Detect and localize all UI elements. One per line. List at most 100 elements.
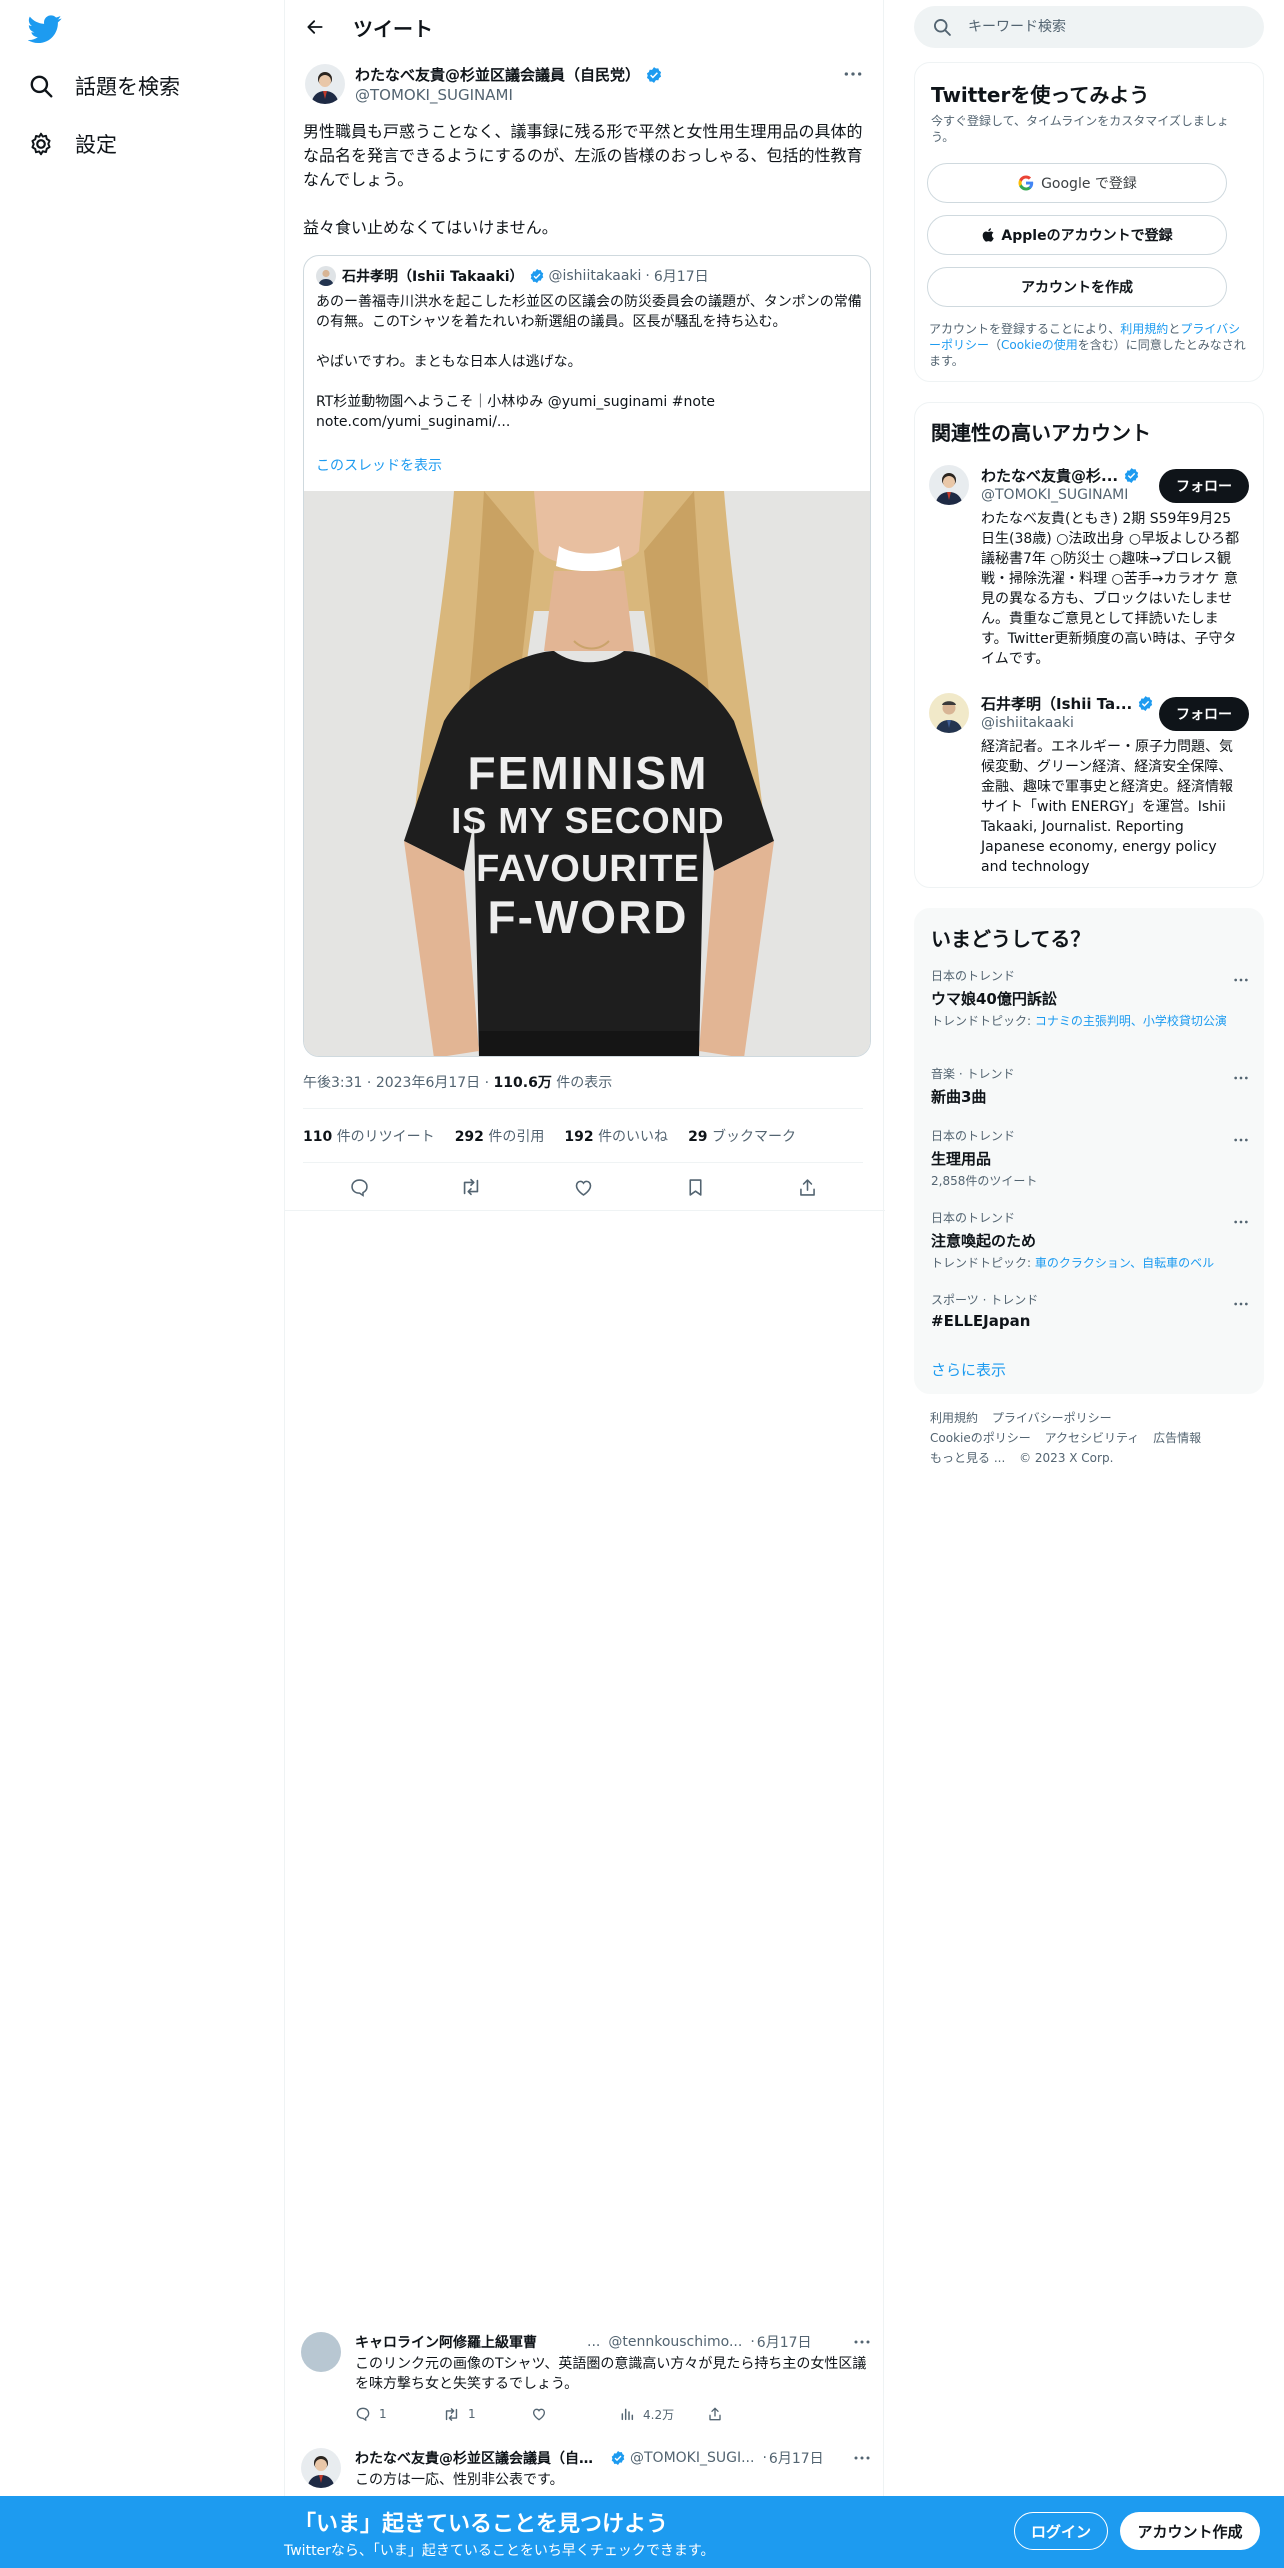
- tweet-date[interactable]: 2023年6月17日: [376, 1075, 480, 1091]
- quoted-date: 6月17日: [653, 269, 709, 285]
- related-accounts-card: 関連性の高いアカウント わたなべ友貴@杉... @TOMOKI_SUGINAMI…: [914, 402, 1264, 888]
- nav-explore[interactable]: 話題を検索: [28, 66, 180, 106]
- reply-date[interactable]: 6月17日: [757, 2332, 812, 2352]
- apple-signup-button[interactable]: Appleのアカウントで登録: [927, 215, 1227, 255]
- gear-icon: [28, 131, 54, 157]
- signup-button[interactable]: アカウント作成: [1120, 2512, 1260, 2550]
- footer-accessibility-link[interactable]: アクセシビリティ: [1045, 1431, 1140, 1445]
- retweets-label: 件のリツイート: [336, 1129, 435, 1145]
- footer-more-link[interactable]: もっと見る ...: [930, 1451, 1005, 1465]
- trend-item[interactable]: 日本のトレンド 生理用品 2,858件のツイート: [931, 1127, 1249, 1189]
- footer-cookie-link[interactable]: Cookieのポリシー: [930, 1431, 1031, 1445]
- more-options-icon[interactable]: [841, 66, 865, 82]
- meta-separator: ·: [366, 1075, 376, 1091]
- tweet-stats: 110 件のリツイート 292 件の引用 192 件のいいね 29 ブックマーク: [303, 1126, 796, 1146]
- more-options-icon[interactable]: [1233, 1211, 1249, 1230]
- reply-tweet[interactable]: キャロライン阿修羅上級軍曹 ... @tennkouschimo... · 6月…: [285, 2332, 885, 2442]
- left-navigation: 話題を検索 設定: [0, 0, 284, 2568]
- like-icon[interactable]: [565, 1169, 601, 1205]
- reply-reply-button[interactable]: 1: [355, 2406, 443, 2422]
- trend-detail-prefix: トレンドトピック:: [931, 1014, 1035, 1028]
- quoted-tweet-text: あのー善福寺川洪水を起こした杉並区の区議会の防災委員会の議題が、タンポンの常備の…: [316, 294, 862, 430]
- author-name[interactable]: わたなべ友貴@杉並区議会議員（自民党）: [355, 64, 663, 85]
- trend-detail-links[interactable]: 車のクラクション、自転車のベル: [1035, 1256, 1214, 1270]
- trend-item[interactable]: 音楽 · トレンド 新曲3曲: [931, 1065, 1249, 1107]
- more-options-icon[interactable]: [1233, 1067, 1249, 1086]
- signup-terms: アカウントを登録することにより、利用規約とプライバシーポリシー（Cookieの使…: [929, 321, 1249, 369]
- follow-button[interactable]: フォロー: [1159, 469, 1249, 503]
- terms-link[interactable]: 利用規約: [1120, 322, 1168, 336]
- author-handle[interactable]: @TOMOKI_SUGINAMI: [355, 86, 513, 104]
- trend-item[interactable]: 日本のトレンド 注意喚起のため トレンドトピック: 車のクラクション、自転車のベ…: [931, 1209, 1249, 1271]
- bookmark-icon[interactable]: [677, 1169, 713, 1205]
- search-box[interactable]: [914, 6, 1264, 48]
- quoted-author-name: 石井孝明（Ishii Takaaki）: [342, 269, 524, 285]
- reply-views-button[interactable]: 4.2万: [619, 2406, 707, 2423]
- footer-terms-link[interactable]: 利用規約: [930, 1411, 978, 1425]
- trend-name: #ELLEJapan: [931, 1312, 1031, 1330]
- quoted-tweet-image[interactable]: FEMINISM IS MY SECOND FAVOURITE F-WORD: [304, 491, 870, 1056]
- account-bio: 経済記者。エネルギー・原子力問題、気候変動、グリーン経済、経済安全保障、金融、趣…: [981, 739, 1233, 875]
- tweet-time[interactable]: 午後3:31: [303, 1075, 362, 1091]
- show-more-link[interactable]: さらに表示: [931, 1359, 1006, 1380]
- tweet-text: 男性職員も戸惑うことなく、議事録に残る形で平然と女性用生理用品の具体的な品名を発…: [303, 122, 863, 237]
- reply-icon[interactable]: [341, 1169, 377, 1205]
- reply-icon: [356, 2407, 370, 2422]
- reply-avatar[interactable]: [301, 2448, 341, 2488]
- reply-separator: ·: [750, 2334, 755, 2350]
- cookie-link[interactable]: Cookieの使用: [1001, 338, 1078, 352]
- more-options-icon[interactable]: [1233, 1129, 1249, 1148]
- account-bio: わたなべ友貴(ともき) 2期 S59年9月25日生(38歳) ○法政出身 ○早坂…: [981, 511, 1240, 667]
- author-avatar[interactable]: [305, 64, 345, 104]
- reply-like-button[interactable]: [531, 2406, 619, 2422]
- account-avatar[interactable]: [929, 693, 969, 733]
- reply-tweet[interactable]: わたなべ友貴@杉並区議会議員（自民党） @TOMOKI_SUGI... · 6月…: [285, 2448, 885, 2496]
- reply-share-button[interactable]: [707, 2406, 795, 2422]
- follow-button[interactable]: フォロー: [1159, 697, 1249, 731]
- back-arrow-icon[interactable]: [295, 7, 335, 47]
- reply-avatar[interactable]: [301, 2332, 341, 2372]
- nav-settings[interactable]: 設定: [28, 124, 117, 164]
- login-button[interactable]: ログイン: [1014, 2512, 1108, 2550]
- meta-separator: ·: [484, 1075, 494, 1091]
- search-input[interactable]: [968, 19, 1228, 35]
- likes-stat[interactable]: 192 件のいいね: [564, 1126, 668, 1146]
- more-options-icon[interactable]: [1233, 1293, 1249, 1312]
- bookmarks-stat[interactable]: 29 ブックマーク: [688, 1126, 796, 1146]
- footer-ads-link[interactable]: 広告情報: [1153, 1431, 1201, 1445]
- account-avatar[interactable]: [929, 465, 969, 505]
- more-options-icon[interactable]: [1233, 969, 1249, 988]
- retweets-stat[interactable]: 110 件のリツイート: [303, 1126, 435, 1146]
- signup-title: Twitterを使ってみよう: [931, 83, 1150, 107]
- show-thread-link[interactable]: このスレッドを表示: [316, 455, 442, 475]
- trend-detail: トレンドトピック: 車のクラクション、自転車のベル: [931, 1255, 1249, 1271]
- twitter-logo-icon[interactable]: [27, 12, 62, 46]
- reply-author-name[interactable]: わたなべ友貴@杉並区議会議員（自民党）: [355, 2448, 605, 2468]
- google-signup-label: Google で登録: [1041, 176, 1137, 192]
- reply-author-name[interactable]: キャロライン阿修羅上級軍曹: [355, 2332, 537, 2352]
- terms-text: と: [1168, 322, 1181, 336]
- share-icon[interactable]: [789, 1169, 825, 1205]
- create-account-button[interactable]: アカウントを作成: [927, 267, 1227, 307]
- retweet-icon[interactable]: [453, 1169, 489, 1205]
- google-signup-button[interactable]: Google で登録: [927, 163, 1227, 203]
- reply-date[interactable]: 6月17日: [769, 2448, 824, 2468]
- views-count: 4.2万: [643, 2407, 675, 2422]
- trends-card: いまどうしてる？ 日本のトレンド ウマ娘40億円訴訟 トレンドトピック: コナミ…: [914, 908, 1264, 1394]
- trend-detail-links[interactable]: コナミの主張判明、小学校貸切公演: [1035, 1014, 1227, 1028]
- verified-badge-icon: [611, 2451, 625, 2465]
- reply-author-handle[interactable]: @TOMOKI_SUGI...: [630, 2450, 754, 2466]
- more-options-icon[interactable]: [853, 2334, 871, 2350]
- more-options-icon[interactable]: [853, 2450, 871, 2466]
- page-header: ツイート: [285, 0, 885, 54]
- quotes-stat[interactable]: 292 件の引用: [455, 1126, 545, 1146]
- reply-author-handle[interactable]: @tennkouschimo...: [608, 2334, 742, 2350]
- shirt-line-1: FEMINISM: [467, 747, 709, 799]
- trend-item[interactable]: スポーツ · トレンド #ELLEJapan: [931, 1291, 1249, 1330]
- google-icon: [1018, 175, 1034, 191]
- trend-item[interactable]: 日本のトレンド ウマ娘40億円訴訟 トレンドトピック: コナミの主張判明、小学校…: [931, 967, 1249, 1029]
- quoted-tweet[interactable]: 石井孝明（Ishii Takaaki） @ishiitakaaki · 6月17…: [303, 255, 871, 1057]
- reply-retweet-button[interactable]: 1: [443, 2406, 531, 2423]
- trend-context: 日本のトレンド: [931, 969, 1016, 983]
- footer-privacy-link[interactable]: プライバシーポリシー: [992, 1411, 1112, 1425]
